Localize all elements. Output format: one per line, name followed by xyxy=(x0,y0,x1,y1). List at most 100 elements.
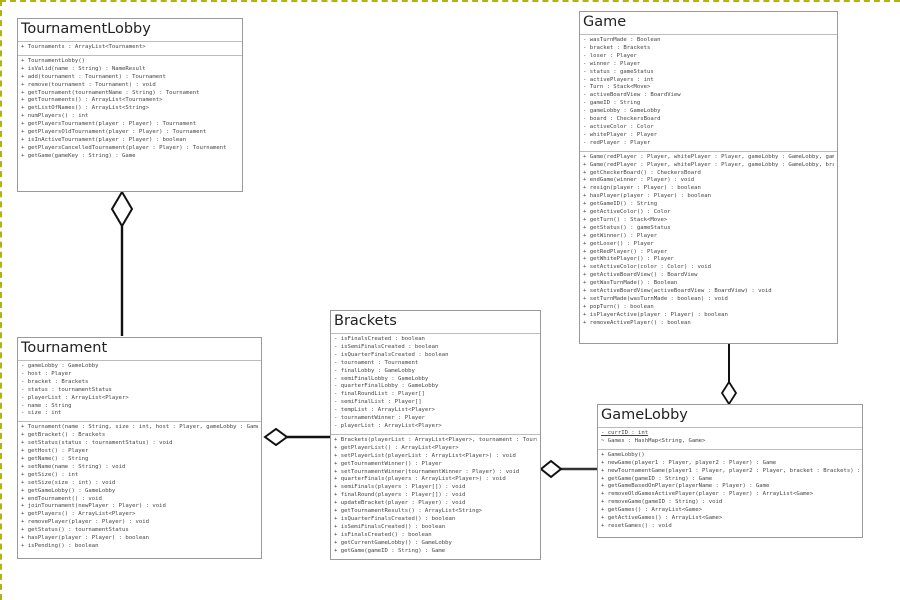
attribute-row: - wasTurnMade : Boolean xyxy=(583,37,661,43)
method-row: + getTurn() : Stack<Move> xyxy=(583,216,668,223)
attribute-row: - gameLobby : GameLobby xyxy=(21,363,99,369)
methods-section: + Brackets(playerList : ArrayList<Player… xyxy=(331,435,540,559)
attributes-section: + Tournaments : ArrayList<Tournament> xyxy=(18,42,242,56)
attribute-row: - activeColor : Color xyxy=(583,123,654,130)
attribute-row: - size : int xyxy=(21,410,62,417)
method-row: + resetGames() : void xyxy=(601,522,672,529)
attributes-section: - isFinalsCreated : boolean - isSemiFinal… xyxy=(331,334,540,435)
method-row: + getWasTurnMade() : Boolean xyxy=(583,280,678,287)
attribute-row: - isSemiFinalsCreated : boolean xyxy=(334,343,439,350)
method-row: + getWhitePlayer() : Player xyxy=(583,256,674,263)
method-row: + setSize(size : int) : void xyxy=(21,479,116,486)
method-row: + getTournamentWinner() : Player xyxy=(334,460,442,467)
aggregation-tournament-brackets[interactable] xyxy=(263,427,330,447)
methods-section: + Tournament(name : String, size : int, … xyxy=(18,422,261,554)
method-row: + getRedPlayer() : Player xyxy=(583,248,668,255)
attribute-row: - finalLobby : GameLobby xyxy=(334,367,415,374)
methods-section: + GameLobby() + newGame(player1 : Player,… xyxy=(598,450,862,534)
method-row: + isSemiFinalsCreated() : boolean xyxy=(334,523,446,530)
method-row: + getPlayersCancelledTournament(player :… xyxy=(21,144,227,151)
method-row: + newGame(player1 : Player, player2 : Pl… xyxy=(601,459,777,466)
method-row: + removeGame(gameID : String) : void xyxy=(601,499,723,506)
method-row: + finalRound(players : Player[]) : void xyxy=(334,492,466,499)
method-row: + getListOfNames() : ArrayList<String> xyxy=(21,105,149,112)
method-row: + GameLobby() xyxy=(601,451,645,458)
aggregation-diamond-icon xyxy=(539,459,563,479)
attribute-row: - host : Player xyxy=(21,370,72,377)
attribute-row: - activePlayers : int xyxy=(583,76,654,83)
method-row: + getCheckerBoard() : CheckersBoard xyxy=(583,169,701,176)
method-row: + newTournamentGame(player1 : Player, pl… xyxy=(601,467,859,474)
method-row: + getActiveGames() : ArrayList<Game> xyxy=(601,515,723,522)
method-row: + setName(name : String) : void xyxy=(21,463,126,470)
method-row: + getName() : String xyxy=(21,455,89,462)
attribute-row: - bracket : Brackets xyxy=(583,44,651,51)
attribute-row: - whitePlayer : Player xyxy=(583,131,658,138)
method-row: + endTournament() : void xyxy=(21,495,102,502)
attribute-row: - finalRoundList : Player[] xyxy=(334,391,425,398)
attribute-row: - gameID : String xyxy=(583,100,641,107)
method-row: + isPending() : boolean xyxy=(21,542,99,549)
method-row: + removePlayer(player : Player) : void xyxy=(21,519,149,526)
method-row: + remove(tournament : Tournament) : void xyxy=(21,81,156,88)
method-row: + isQuarterFinalsCreated() : boolean xyxy=(334,515,456,522)
attribute-row: - bracket : Brackets xyxy=(21,378,89,385)
attribute-row: - playerList : ArrayList<Player> xyxy=(334,422,442,429)
method-row: + Game(redPlayer : Player, whitePlayer :… xyxy=(583,161,834,168)
method-row: + Brackets(playerList : ArrayList<Player… xyxy=(334,436,537,443)
method-row: + popTurn() : boolean xyxy=(583,303,654,310)
attribute-row: - semiFinalLobby : GameLobby xyxy=(334,375,429,382)
method-row: + getPlayerList() : ArrayList<Player> xyxy=(334,444,459,451)
methods-section: + TournamentLobby() + isValid(name : Stri… xyxy=(18,56,242,164)
method-row: + isInActiveTournament(player : Player) … xyxy=(21,136,187,143)
aggregation-gamelobby-game[interactable] xyxy=(720,344,738,406)
attribute-row: - redPlayer : Player xyxy=(583,139,651,146)
method-row: + setActiveColor(color : Color) : void xyxy=(583,264,711,271)
attribute-row: - isFinalsCreated : boolean xyxy=(334,336,425,342)
method-row: + getGames() : ArrayList<Game> xyxy=(601,507,703,514)
method-row: + getStatus() : gameStatus xyxy=(583,224,671,231)
attributes-section: - gameLobby : GameLobby - host : Player - … xyxy=(18,361,261,423)
method-row: + getTournaments() : ArrayList<Tournamen… xyxy=(21,97,163,104)
method-row: + removeOldGamesActivePlayer(player : Pl… xyxy=(601,491,814,498)
aggregation-diamond-icon xyxy=(263,427,289,447)
method-row: + add(tournament : Tournament) : Tournam… xyxy=(21,73,166,80)
method-row: + getGame(gameID : String) : Game xyxy=(334,547,446,554)
method-row: + isFinalsCreated() : boolean xyxy=(334,531,432,538)
attribute-row: - board : CheckersBoard xyxy=(583,116,661,123)
method-row: + getCurrentGameLobby() : GameLobby xyxy=(334,539,452,546)
attribute-row: - name : String xyxy=(21,402,72,409)
attribute-row: - tournamentWinner : Player xyxy=(334,415,425,422)
class-tournamentlobby[interactable]: TournamentLobby + Tournaments : ArrayLis… xyxy=(17,18,243,192)
method-row: + getSize() : int xyxy=(21,471,79,478)
method-row: + isPlayerActive(player : Player) : bool… xyxy=(583,311,728,318)
class-gamelobby[interactable]: GameLobby - currID : int ~ Games : HashMa… xyxy=(597,404,863,538)
method-row: + joinTournament(newPlayer : Player) : v… xyxy=(21,503,166,510)
attribute-row: - Turn : Stack<Move> xyxy=(583,84,651,91)
method-row: + hasPlayer(player : Player) : boolean xyxy=(583,193,711,200)
method-row: + getWinner() : Player xyxy=(583,232,658,239)
attribute-row: - tempList : ArrayList<Player> xyxy=(334,407,436,414)
class-name: Brackets xyxy=(331,311,540,334)
aggregation-brackets-gamelobby[interactable] xyxy=(539,459,597,479)
aggregation-diamond-icon xyxy=(110,190,134,228)
class-game[interactable]: Game - wasTurnMade : Boolean - bracket : … xyxy=(579,11,838,344)
method-row: + getGameLobby() : GameLobby xyxy=(21,487,116,494)
method-row: + getLoser() : Player xyxy=(583,240,654,247)
attribute-row: - loser : Player xyxy=(583,52,637,59)
class-brackets[interactable]: Brackets - isFinalsCreated : boolean - is… xyxy=(330,310,541,560)
aggregation-tournamentlobby-tournament[interactable] xyxy=(110,190,134,336)
method-row: + resign(player : Player) : boolean xyxy=(583,185,701,192)
attributes-section: - wasTurnMade : Boolean - bracket : Brack… xyxy=(580,35,837,152)
method-row: + setActiveBoardView(activeBoardView : B… xyxy=(583,288,772,295)
attribute-row: - gameLobby : GameLobby xyxy=(583,108,661,115)
method-row: + getTournamentResults() : ArrayList<Str… xyxy=(334,508,483,515)
class-tournament[interactable]: Tournament - gameLobby : GameLobby - host… xyxy=(17,337,262,559)
method-row: + getGame(gameID : String) : Game xyxy=(601,475,713,482)
method-row: + hasPlayer(player : Player) : boolean xyxy=(21,535,149,542)
method-row: + removeActivePlayer() : boolean xyxy=(583,319,691,326)
method-row: + semiFinals(players : Player[]) : void xyxy=(334,484,466,491)
method-row: + Game(redPlayer : Player, whitePlayer :… xyxy=(583,153,834,160)
method-row: + getHost() : Player xyxy=(21,448,89,455)
method-row: + getGame(gameKey : String) : Game xyxy=(21,152,136,159)
